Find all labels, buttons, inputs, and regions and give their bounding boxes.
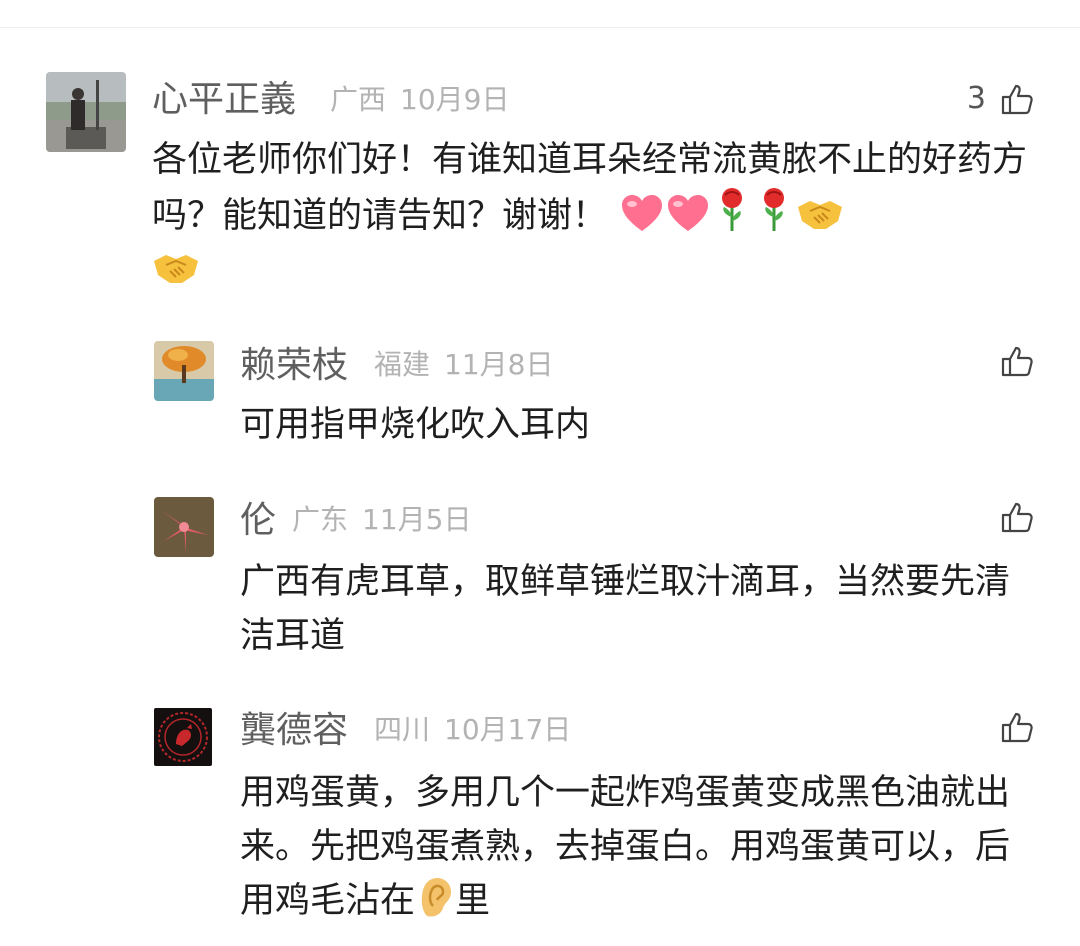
like-button[interactable]: 3 — [967, 82, 1034, 116]
comment-text-content: 各位老师你们好！有谁知道耳朵经常流黄脓不止的好药方吗？能知道的请告知？谢谢！ — [152, 140, 1028, 236]
date-label: 11月5日 — [362, 503, 472, 536]
thumbs-up-icon — [1001, 346, 1033, 377]
comment-text: 可用指甲烧化吹入耳内 — [240, 405, 591, 445]
username[interactable]: 伦 — [240, 503, 276, 539]
comment-text: 各位老师你们好！有谁知道耳朵经常流黄脓不止的好药方吗？能知道的请告知？谢谢！ — [152, 133, 1040, 297]
avatar[interactable] — [154, 497, 214, 557]
username[interactable]: 龔德容 — [240, 713, 348, 749]
like-button[interactable] — [1000, 344, 1034, 378]
region-label: 广东 — [292, 503, 349, 536]
comment-text-content: 用鸡蛋黄，多用几个一起炸鸡蛋黄变成黑色油就出来。先把鸡蛋煮熟，去掉蛋白。用鸡蛋黄… — [240, 773, 1011, 921]
avatar[interactable] — [154, 708, 212, 766]
comment-text: 用鸡蛋黄，多用几个一起炸鸡蛋黄变成黑色油就出来。先把鸡蛋煮熟，去掉蛋白。用鸡蛋黄… — [240, 766, 1040, 928]
date-label: 11月8日 — [444, 348, 554, 381]
comment-meta: 福建 11月8日 — [374, 351, 567, 379]
like-button[interactable] — [1000, 710, 1034, 744]
region-label: 广西 — [330, 83, 387, 116]
username[interactable]: 赖荣枝 — [240, 348, 348, 384]
like-button[interactable] — [1000, 500, 1034, 534]
ear-icon — [421, 878, 452, 917]
comment-text-suffix: 里 — [455, 881, 491, 921]
thumbs-up-icon — [1001, 84, 1033, 115]
rose-icon — [764, 188, 785, 231]
comment-meta: 四川 10月17日 — [374, 716, 585, 744]
comment-text: 广西有虎耳草，取鲜草锤烂取汁滴耳，当然要先清洁耳道 — [240, 562, 1011, 656]
heart-icon — [622, 195, 663, 231]
date-label: 10月9日 — [400, 83, 510, 116]
username[interactable]: 心平正義 — [152, 82, 296, 118]
thumbs-up-icon — [1001, 712, 1033, 743]
avatar[interactable] — [46, 72, 126, 152]
comment-meta: 广东 11月5日 — [292, 506, 485, 534]
comment-meta: 广西 10月9日 — [330, 86, 523, 114]
heart-icon — [668, 195, 709, 231]
thumbs-up-icon — [1001, 502, 1033, 533]
region-label: 福建 — [374, 348, 431, 381]
avatar[interactable] — [154, 341, 214, 401]
region-label: 四川 — [374, 713, 431, 746]
handshake-icon — [154, 255, 198, 283]
like-count: 3 — [966, 81, 986, 116]
date-label: 10月17日 — [444, 713, 572, 746]
handshake-icon — [798, 201, 843, 229]
top-divider — [0, 27, 1080, 28]
rose-icon — [722, 188, 743, 231]
